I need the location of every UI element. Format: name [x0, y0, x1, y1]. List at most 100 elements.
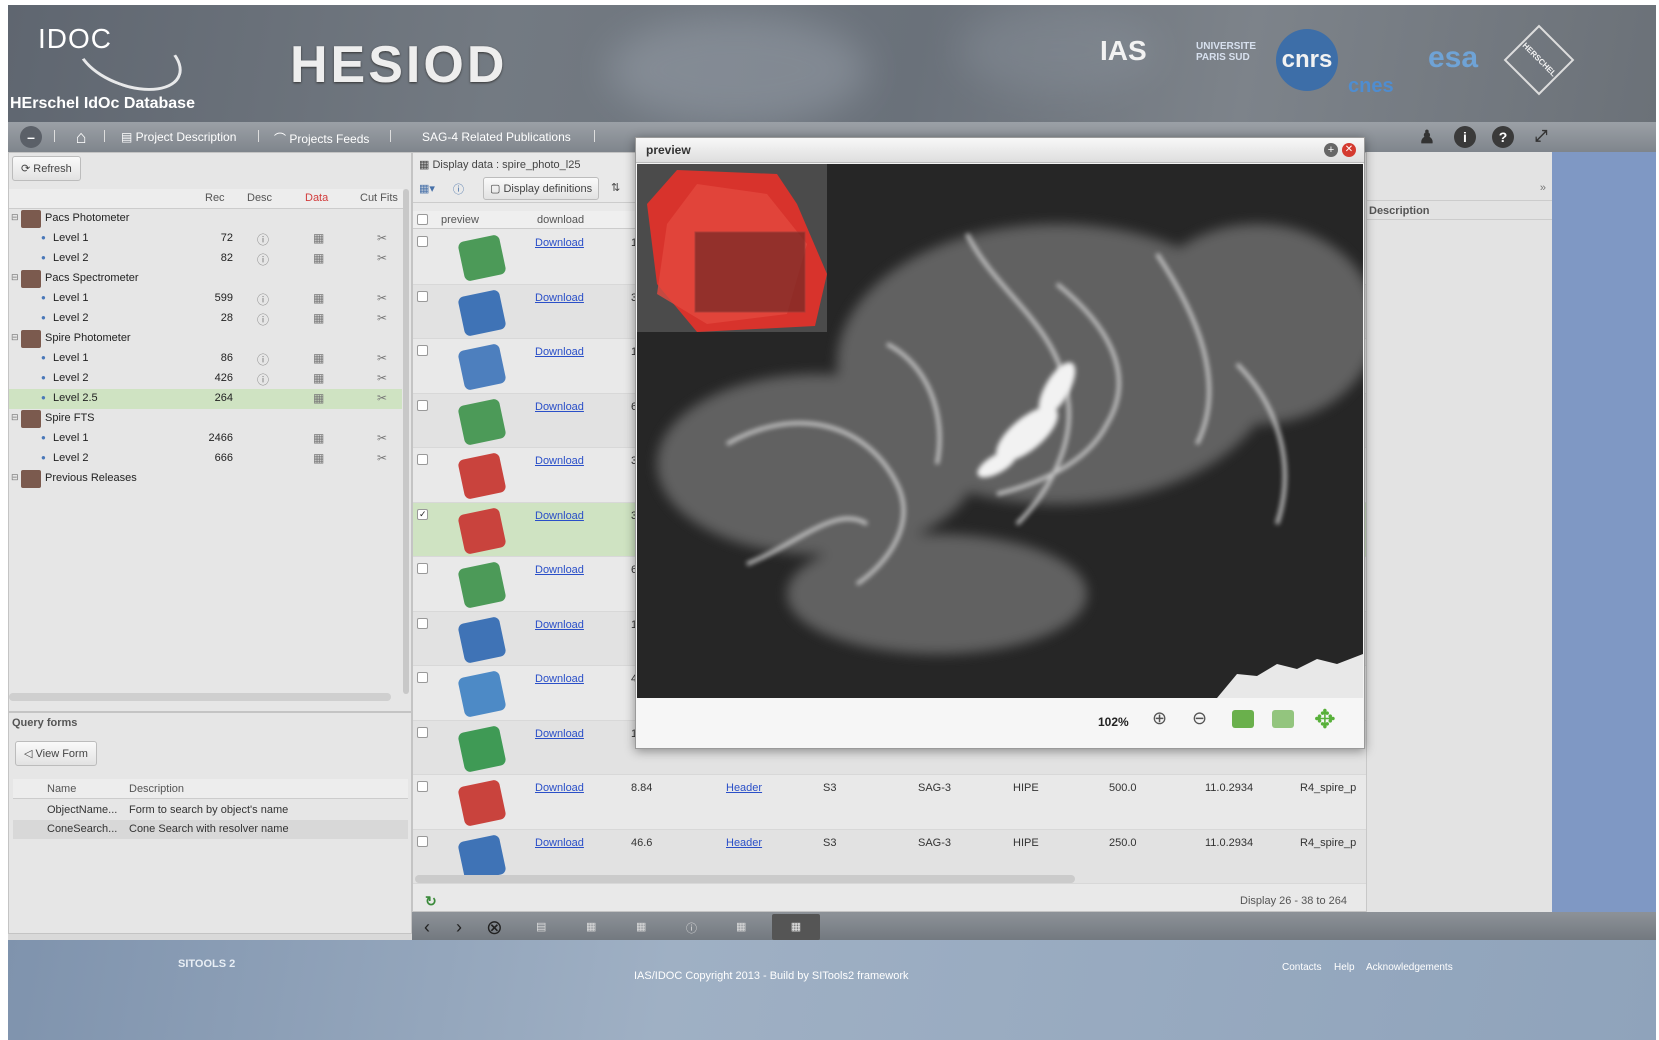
close-icon[interactable]: ✕	[1342, 143, 1356, 157]
preview-thumbnail[interactable]	[457, 288, 507, 337]
row-checkbox[interactable]	[417, 345, 428, 356]
select-all-checkbox[interactable]	[417, 214, 428, 225]
data-grid-icon[interactable]: ▦	[313, 451, 324, 465]
expand-icon[interactable]: ⊟	[11, 332, 19, 343]
horizontal-scrollbar[interactable]	[9, 693, 391, 701]
preview-thumbnail[interactable]	[457, 779, 507, 827]
expand-icon[interactable]: ⊟	[11, 272, 19, 283]
download-link[interactable]: Download	[535, 619, 584, 631]
data-grid-icon[interactable]: ▦	[313, 351, 324, 365]
row-checkbox[interactable]	[417, 563, 428, 574]
data-grid-icon[interactable]: ▦	[313, 251, 324, 265]
description-icon[interactable]: ⓘ	[257, 351, 269, 368]
info-icon[interactable]: i	[1454, 126, 1476, 148]
task-window-icon[interactable]: ▦	[736, 920, 746, 933]
tree-item[interactable]: ● Level 2 426 ⓘ ▦ ✂	[9, 369, 402, 389]
view-form-button[interactable]: ◁ View Form	[15, 741, 97, 766]
download-link[interactable]: Download	[535, 455, 584, 467]
download-link[interactable]: Download	[535, 401, 584, 413]
row-checkbox[interactable]	[417, 454, 428, 465]
tree-item[interactable]: ● Level 1 2466 ▦ ✂	[9, 429, 402, 449]
tree-group[interactable]: ⊟ Pacs Photometer	[9, 209, 402, 229]
cut-fits-icon[interactable]: ✂	[377, 251, 387, 265]
row-checkbox[interactable]: ✓	[417, 508, 428, 520]
tree-item[interactable]: ● Level 1 599 ⓘ ▦ ✂	[9, 289, 402, 309]
download-link[interactable]: Download	[535, 673, 584, 685]
data-grid-icon[interactable]: ▦	[313, 371, 324, 385]
cut-fits-icon[interactable]: ✂	[377, 291, 387, 305]
help-icon[interactable]: ?	[1492, 126, 1514, 148]
data-grid-icon[interactable]: ▦	[313, 391, 324, 405]
preview-thumbnail[interactable]	[457, 234, 507, 282]
zoom-in-icon[interactable]: ⊕	[1152, 708, 1167, 729]
row-checkbox[interactable]	[417, 236, 428, 247]
expand-icon[interactable]: ⊟	[11, 472, 19, 483]
contacts-link[interactable]: Contacts	[1282, 962, 1321, 973]
preview-thumbnail[interactable]	[457, 452, 507, 500]
query-row[interactable]: ObjectName... Form to search by object's…	[13, 801, 408, 820]
cut-fits-icon[interactable]: ✂	[377, 451, 387, 465]
row-checkbox[interactable]	[417, 672, 428, 683]
preview-image[interactable]	[637, 164, 1363, 698]
tree-item[interactable]: ● Level 2 28 ⓘ ▦ ✂	[9, 309, 402, 329]
data-grid-icon[interactable]: ▦	[313, 431, 324, 445]
previous-icon[interactable]: ‹	[424, 917, 430, 938]
cut-fits-icon[interactable]: ✂	[377, 351, 387, 365]
description-icon[interactable]: ⓘ	[257, 231, 269, 248]
task-window-icon[interactable]: ▦	[636, 920, 646, 933]
description-icon[interactable]: ⓘ	[257, 251, 269, 268]
pan-icon[interactable]: ✥	[1314, 704, 1336, 735]
row-checkbox[interactable]	[417, 835, 428, 847]
task-window-icon[interactable]: ▦	[586, 920, 596, 933]
description-icon[interactable]: ⓘ	[257, 371, 269, 388]
expand-icon[interactable]: ⊟	[11, 412, 19, 423]
back-icon[interactable]: –	[20, 126, 42, 148]
cut-fits-icon[interactable]: ✂	[377, 371, 387, 385]
expand-panel-icon[interactable]: »	[1540, 182, 1546, 194]
preview-thumbnail[interactable]	[457, 397, 507, 446]
row-checkbox[interactable]	[417, 617, 428, 629]
task-window-active[interactable]: ▦	[772, 914, 820, 940]
projects-feeds-link[interactable]: ⌒ Projects Feeds	[274, 130, 369, 147]
data-grid-icon[interactable]: ▦	[313, 291, 324, 305]
help-link[interactable]: Help	[1334, 962, 1355, 973]
download-link[interactable]: Download	[535, 837, 584, 849]
tree-group[interactable]: ⊟ Previous Releases	[9, 469, 402, 489]
query-row[interactable]: ConeSearch... Cone Search with resolver …	[13, 820, 408, 839]
preview-thumbnail[interactable]	[457, 343, 507, 391]
display-definitions-button[interactable]: ▢ Display definitions	[483, 177, 600, 200]
sag4-publications-link[interactable]: SAG-4 Related Publications	[422, 130, 571, 144]
tree-group[interactable]: ⊟ Spire Photometer	[9, 329, 402, 349]
fullscreen-icon[interactable]: ⤢	[1530, 126, 1552, 148]
download-link[interactable]: Download	[535, 346, 584, 358]
cut-fits-icon[interactable]: ✂	[377, 311, 387, 325]
preview-titlebar[interactable]: preview + ✕	[636, 138, 1364, 163]
download-link[interactable]: Download	[535, 292, 584, 304]
cut-fits-icon[interactable]: ✂	[377, 391, 387, 405]
vertical-scrollbar[interactable]	[403, 189, 409, 694]
zoom-out-icon[interactable]: ⊖	[1192, 708, 1207, 729]
tree-item[interactable]: ● Level 2 82 ⓘ ▦ ✂	[9, 249, 402, 269]
refresh-button[interactable]: ⟳ Refresh	[12, 156, 81, 181]
description-icon[interactable]: ⓘ	[257, 311, 269, 328]
tree-item[interactable]: ● Level 1 72 ⓘ ▦ ✂	[9, 229, 402, 249]
acknowledgements-link[interactable]: Acknowledgements	[1366, 962, 1453, 973]
grid-view-icon[interactable]: ▦▾	[419, 182, 435, 195]
preview-thumbnail[interactable]	[457, 615, 507, 664]
row-checkbox[interactable]	[417, 781, 428, 792]
grid-horizontal-scrollbar[interactable]	[415, 875, 1075, 883]
cut-fits-icon[interactable]: ✂	[377, 431, 387, 445]
task-window-icon[interactable]: ⓘ	[686, 920, 697, 936]
sort-icon[interactable]: ⇅	[611, 181, 620, 194]
data-grid-icon[interactable]: ▦	[313, 231, 324, 245]
tree-group[interactable]: ⊟ Pacs Spectrometer	[9, 269, 402, 289]
user-icon[interactable]: ♟	[1416, 126, 1438, 148]
row-checkbox[interactable]	[417, 290, 428, 302]
header-link[interactable]: Header	[726, 837, 762, 849]
download-link[interactable]: Download	[535, 728, 584, 740]
tree-item[interactable]: ● Level 2.5 264 ▦ ✂	[9, 389, 402, 409]
tree-item[interactable]: ● Level 2 666 ▦ ✂	[9, 449, 402, 469]
download-link[interactable]: Download	[535, 564, 584, 576]
preview-thumbnail[interactable]	[457, 561, 507, 609]
row-checkbox[interactable]	[417, 726, 428, 738]
